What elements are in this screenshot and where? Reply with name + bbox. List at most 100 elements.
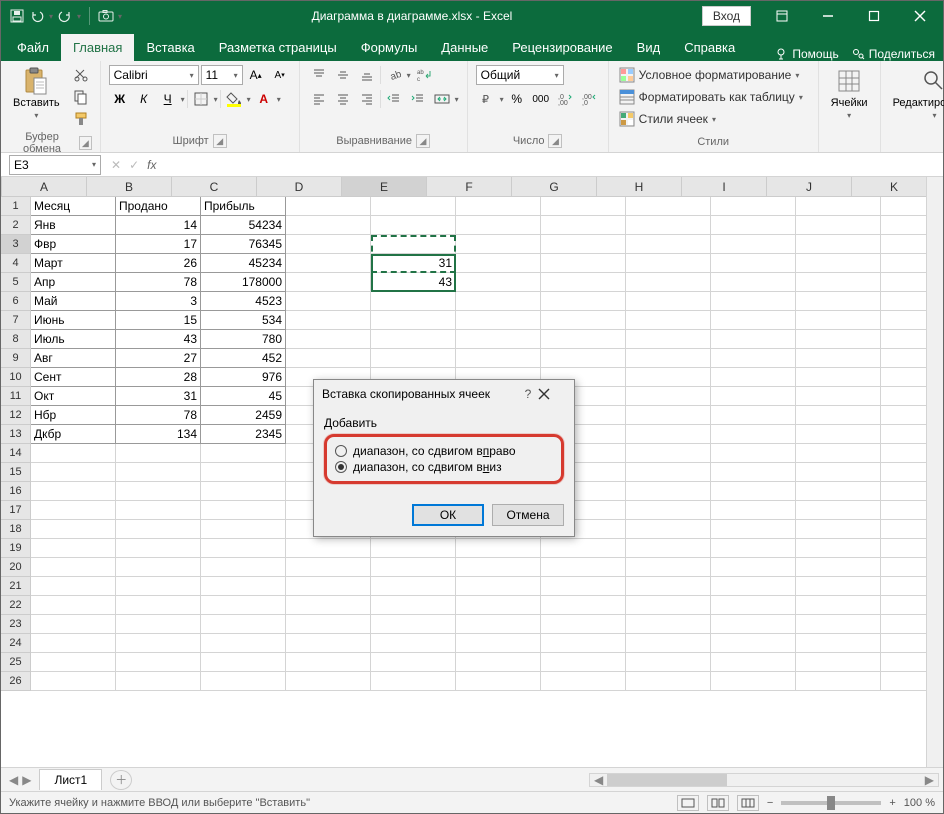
cancel-button[interactable]: Отмена bbox=[492, 504, 564, 526]
percent-icon[interactable]: % bbox=[506, 89, 528, 109]
cell[interactable]: 15 bbox=[116, 311, 201, 330]
cell[interactable] bbox=[286, 311, 371, 330]
cell[interactable] bbox=[626, 292, 711, 311]
cell[interactable] bbox=[626, 653, 711, 672]
cell[interactable] bbox=[371, 349, 456, 368]
cell[interactable] bbox=[711, 482, 796, 501]
page-break-view-icon[interactable] bbox=[737, 795, 759, 811]
cell[interactable] bbox=[626, 539, 711, 558]
cell[interactable] bbox=[881, 653, 926, 672]
cell[interactable] bbox=[201, 596, 286, 615]
cell[interactable]: 2459 bbox=[201, 406, 286, 425]
cell[interactable]: 78 bbox=[116, 273, 201, 292]
cell[interactable] bbox=[796, 387, 881, 406]
cell[interactable] bbox=[626, 558, 711, 577]
cell[interactable] bbox=[711, 387, 796, 406]
row-header[interactable]: 21 bbox=[1, 577, 31, 596]
redo-icon[interactable] bbox=[57, 8, 73, 24]
cell[interactable] bbox=[541, 330, 626, 349]
cell[interactable] bbox=[626, 235, 711, 254]
cell[interactable] bbox=[796, 406, 881, 425]
cell[interactable] bbox=[711, 273, 796, 292]
cell[interactable] bbox=[541, 615, 626, 634]
col-header[interactable]: C bbox=[172, 177, 257, 196]
cell[interactable] bbox=[31, 577, 116, 596]
cell[interactable] bbox=[201, 520, 286, 539]
normal-view-icon[interactable] bbox=[677, 795, 699, 811]
cell[interactable] bbox=[541, 292, 626, 311]
cell[interactable] bbox=[456, 273, 541, 292]
row-header[interactable]: 14 bbox=[1, 444, 31, 463]
row-header[interactable]: 17 bbox=[1, 501, 31, 520]
row-header[interactable]: 2 bbox=[1, 216, 31, 235]
cell[interactable] bbox=[881, 634, 926, 653]
tab-file[interactable]: Файл bbox=[5, 34, 61, 61]
cell[interactable] bbox=[201, 482, 286, 501]
cell[interactable] bbox=[456, 292, 541, 311]
zoom-level[interactable]: 100 % bbox=[904, 797, 935, 809]
cell[interactable] bbox=[711, 558, 796, 577]
increase-font-icon[interactable]: A▴ bbox=[245, 65, 267, 85]
cell[interactable]: 2345 bbox=[201, 425, 286, 444]
cell[interactable] bbox=[116, 444, 201, 463]
cell[interactable] bbox=[711, 501, 796, 520]
cell[interactable] bbox=[116, 577, 201, 596]
paste-button[interactable]: Вставить ▾ bbox=[9, 65, 64, 122]
cell[interactable]: 134 bbox=[116, 425, 201, 444]
cell[interactable]: 534 bbox=[201, 311, 286, 330]
font-launcher-icon[interactable]: ◢ bbox=[213, 134, 227, 148]
cell[interactable]: 43 bbox=[116, 330, 201, 349]
cell[interactable]: Март bbox=[31, 254, 116, 273]
cell[interactable] bbox=[626, 406, 711, 425]
cell[interactable]: 14 bbox=[116, 216, 201, 235]
cell[interactable]: Июнь bbox=[31, 311, 116, 330]
cell[interactable] bbox=[711, 615, 796, 634]
format-as-table-button[interactable]: Форматировать как таблицу▾ bbox=[617, 87, 805, 107]
cell[interactable] bbox=[881, 444, 926, 463]
cell[interactable] bbox=[456, 349, 541, 368]
cell[interactable] bbox=[711, 520, 796, 539]
cell[interactable] bbox=[796, 197, 881, 216]
cell[interactable] bbox=[286, 653, 371, 672]
cell[interactable] bbox=[31, 653, 116, 672]
decrease-indent-icon[interactable] bbox=[383, 89, 405, 109]
row-header[interactable]: 3 bbox=[1, 235, 31, 254]
fx-icon[interactable]: fx bbox=[147, 158, 162, 172]
enter-formula-icon[interactable]: ✓ bbox=[129, 158, 139, 172]
cell[interactable] bbox=[711, 216, 796, 235]
cell[interactable]: 54234 bbox=[201, 216, 286, 235]
column-headers[interactable]: A B C D E F G H I J K L bbox=[1, 177, 926, 197]
cell[interactable] bbox=[626, 501, 711, 520]
cell[interactable] bbox=[371, 330, 456, 349]
cell[interactable] bbox=[541, 254, 626, 273]
row-header[interactable]: 13 bbox=[1, 425, 31, 444]
cell[interactable]: Прибыль bbox=[201, 197, 286, 216]
row-header[interactable]: 8 bbox=[1, 330, 31, 349]
cell[interactable] bbox=[796, 368, 881, 387]
align-bottom-icon[interactable] bbox=[356, 65, 378, 85]
cell[interactable] bbox=[371, 615, 456, 634]
cell[interactable]: 4523 bbox=[201, 292, 286, 311]
cell[interactable]: Нбр bbox=[31, 406, 116, 425]
col-header[interactable]: A bbox=[2, 177, 87, 196]
cell[interactable] bbox=[881, 520, 926, 539]
cell[interactable] bbox=[456, 634, 541, 653]
tell-me[interactable]: Помощь bbox=[774, 47, 838, 61]
cell[interactable]: 45 bbox=[201, 387, 286, 406]
cell[interactable] bbox=[456, 197, 541, 216]
cell[interactable]: Авг bbox=[31, 349, 116, 368]
cell[interactable] bbox=[31, 520, 116, 539]
tab-review[interactable]: Рецензирование bbox=[500, 34, 624, 61]
cell[interactable] bbox=[456, 235, 541, 254]
cell[interactable] bbox=[31, 463, 116, 482]
cell[interactable] bbox=[881, 387, 926, 406]
cell[interactable] bbox=[116, 558, 201, 577]
underline-icon[interactable]: Ч bbox=[157, 89, 179, 109]
cell[interactable]: 452 bbox=[201, 349, 286, 368]
cell[interactable] bbox=[371, 577, 456, 596]
align-right-icon[interactable] bbox=[356, 89, 378, 109]
cell[interactable] bbox=[881, 368, 926, 387]
save-icon[interactable] bbox=[9, 8, 25, 24]
cell[interactable] bbox=[541, 558, 626, 577]
cell[interactable] bbox=[286, 197, 371, 216]
